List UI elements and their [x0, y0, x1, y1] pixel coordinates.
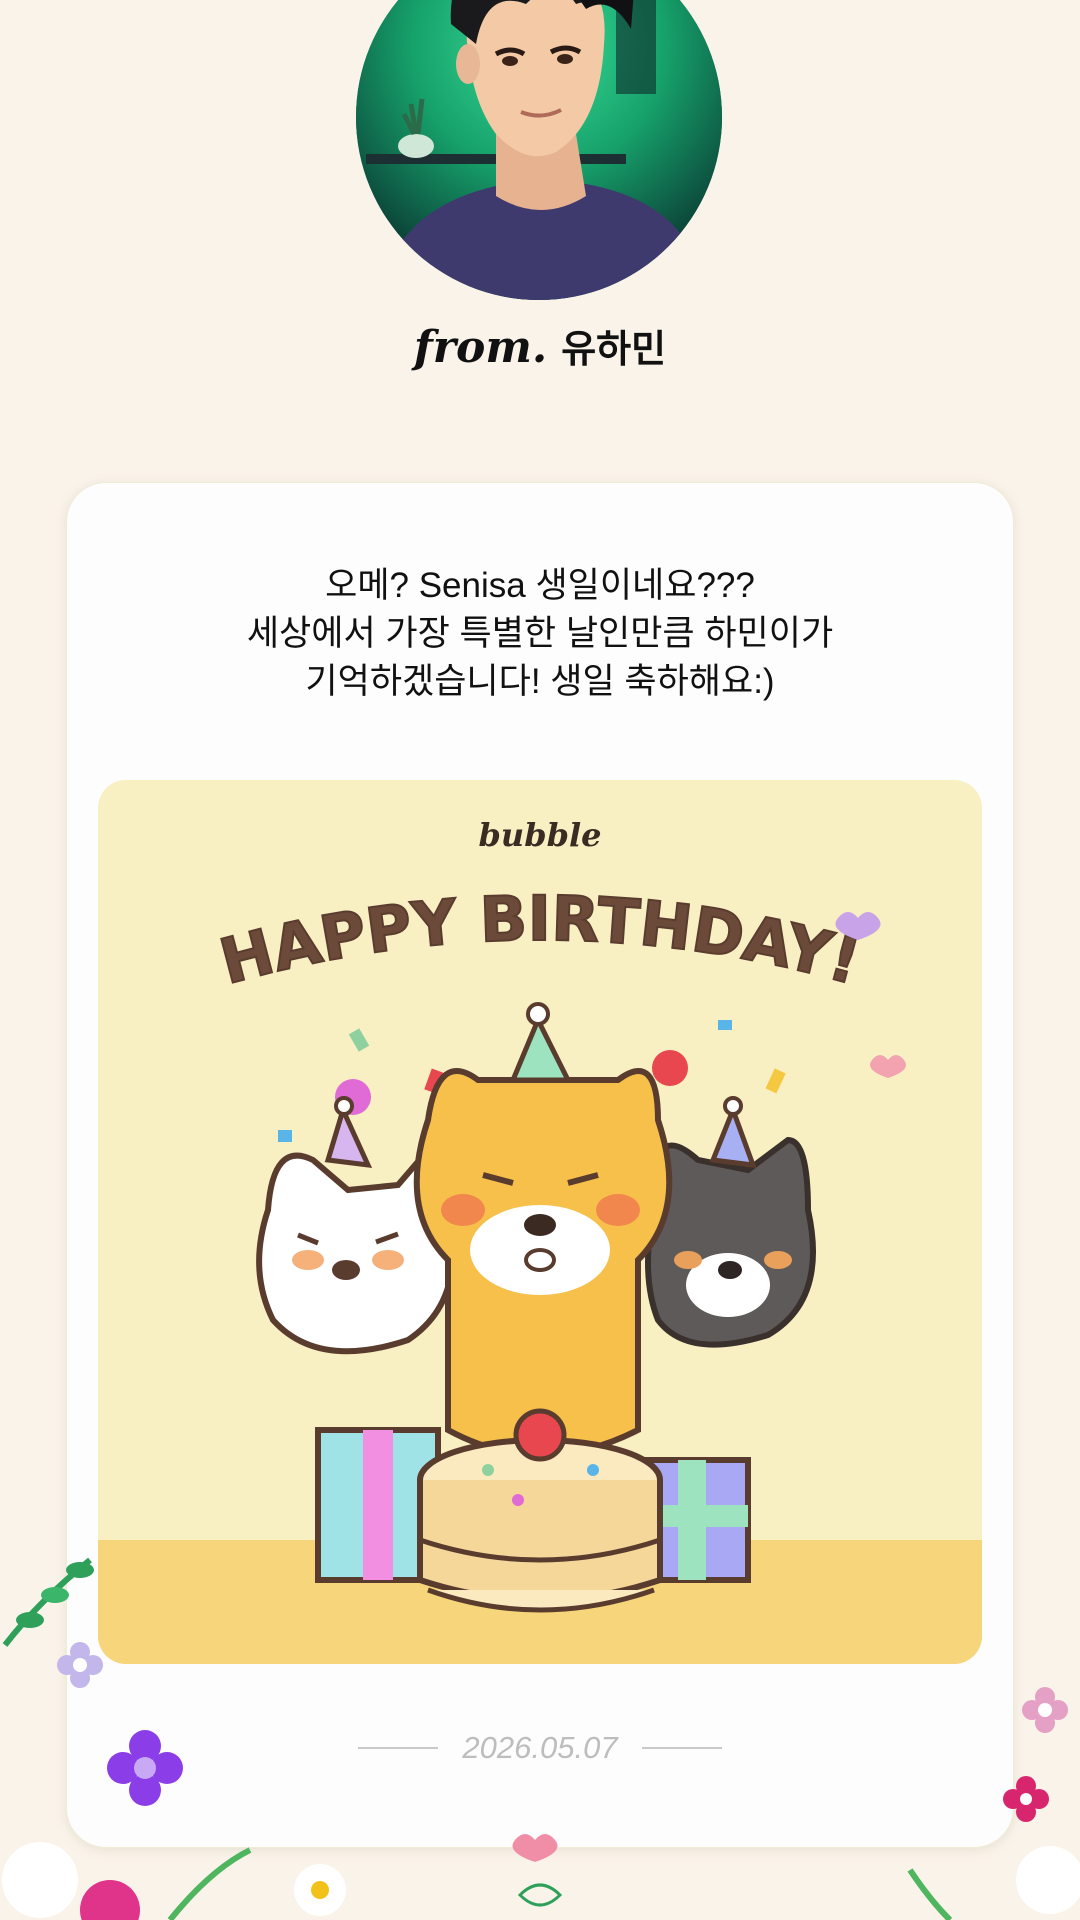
- bubble-logo: bubble: [478, 816, 602, 854]
- from-label: from.: [413, 322, 548, 373]
- flower-icon: [107, 1730, 183, 1806]
- flower-icon: [1022, 1687, 1068, 1733]
- flower-icon: [57, 1642, 103, 1688]
- avatar-illustration: [356, 0, 722, 300]
- message-date: 2026.05.07: [462, 1730, 618, 1765]
- birthday-illustration: HAPPY BIRTHDAY!: [98, 881, 982, 1664]
- message-line-2: 세상에서 가장 특별한 날인만큼 하민이가: [246, 614, 834, 653]
- leaf-decoration-icon: [2, 1557, 94, 1647]
- message-line-1: 오메? Senisa 생일이네요???: [325, 566, 755, 605]
- sender-avatar[interactable]: [356, 0, 722, 300]
- birthday-message: 오메? Senisa 생일이네요??? 세상에서 가장 특별한 날인만큼 하민이…: [0, 562, 1080, 706]
- flower-border-decoration: [2, 1834, 1080, 1920]
- sender-name: 유하민: [561, 329, 667, 371]
- date-divider-right: [641, 1747, 722, 1749]
- yellow-dog: [413, 1002, 673, 1458]
- birthday-image[interactable]: bubble HAPPY BIRTHDAY!: [98, 780, 982, 1664]
- happy-birthday-headline: HAPPY BIRTHDAY!: [213, 882, 868, 999]
- black-dog: [645, 1096, 816, 1348]
- date-divider-left: [358, 1747, 439, 1749]
- message-line-3: 기억하겠습니다! 생일 축하해요:): [305, 662, 775, 701]
- heart-icon: [870, 1055, 906, 1078]
- sender-line: from. 유하민: [0, 318, 1080, 373]
